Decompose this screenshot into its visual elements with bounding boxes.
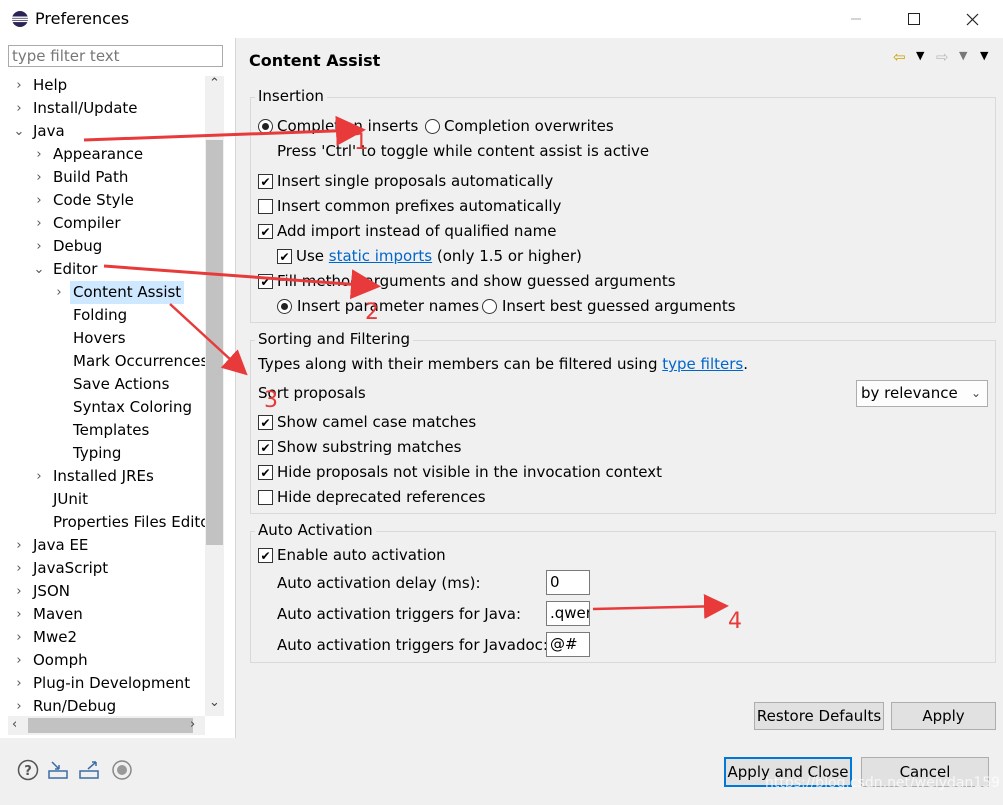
annotation-arrow-4	[592, 593, 729, 619]
watermark: https://blog.csdn.net/weiydan159	[765, 775, 1001, 791]
annotation-overlay	[83, 115, 729, 619]
annotation-label-1: 1	[354, 130, 368, 155]
annotation-label-3: 3	[264, 388, 278, 413]
annotation-arrow-1	[83, 115, 366, 146]
annotation-label-4: 4	[728, 609, 742, 634]
annotation-label-2: 2	[365, 300, 379, 325]
annotation-arrow-2	[103, 264, 381, 300]
annotation-arrow-3	[169, 303, 248, 376]
